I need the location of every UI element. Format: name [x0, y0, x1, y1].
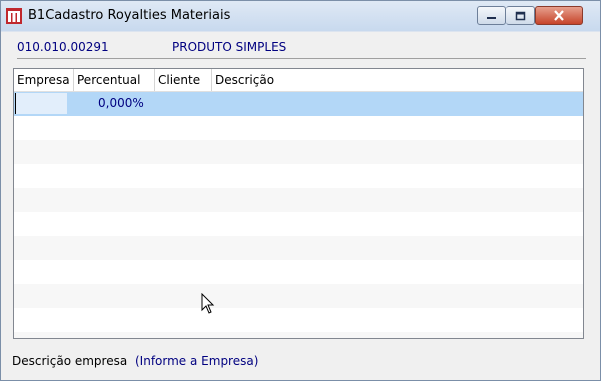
empty-row[interactable] — [14, 188, 583, 212]
column-header-percentual[interactable]: Percentual — [74, 69, 155, 91]
empty-row[interactable] — [14, 212, 583, 236]
product-code: 010.010.00291 — [17, 40, 109, 54]
footer-label: Descrição empresa — [12, 354, 128, 368]
grid-header: Empresa Percentual Cliente Descrição — [14, 69, 583, 92]
close-icon — [536, 7, 582, 24]
column-header-empresa[interactable]: Empresa — [14, 69, 74, 91]
empty-row[interactable] — [14, 284, 583, 308]
empty-row[interactable] — [14, 332, 583, 338]
close-button[interactable] — [535, 6, 583, 25]
window: B1Cadastro Royalties Materiais 010.010.0… — [0, 0, 601, 381]
mouse-pointer-icon — [201, 293, 215, 314]
minimize-button[interactable] — [477, 6, 506, 25]
maximize-button[interactable] — [506, 6, 535, 25]
window-title: B1Cadastro Royalties Materiais — [28, 8, 231, 23]
column-header-cliente[interactable]: Cliente — [155, 69, 212, 91]
empty-row[interactable] — [14, 236, 583, 260]
empresa-cell-editor[interactable] — [15, 93, 67, 114]
empty-row[interactable] — [14, 116, 583, 140]
title-bar[interactable]: B1Cadastro Royalties Materiais — [1, 1, 600, 32]
empty-row[interactable] — [14, 308, 583, 332]
column-header-descricao[interactable]: Descrição — [212, 69, 362, 91]
empresa-description-value: (Informe a Empresa) — [135, 354, 259, 368]
percentual-cell[interactable]: 0,000% — [98, 96, 144, 110]
empty-row[interactable] — [14, 140, 583, 164]
maximize-icon — [506, 7, 534, 24]
table-row[interactable]: 0,000% — [14, 92, 583, 116]
empty-row[interactable] — [14, 260, 583, 284]
empty-row[interactable] — [14, 164, 583, 188]
client-area: 010.010.00291 PRODUTO SIMPLES Empresa Pe… — [9, 32, 594, 374]
product-name: PRODUTO SIMPLES — [172, 40, 287, 54]
royalties-grid[interactable]: Empresa Percentual Cliente Descrição 0,0… — [13, 68, 584, 339]
app-logo-icon — [6, 8, 22, 24]
product-header: 010.010.00291 PRODUTO SIMPLES — [17, 38, 586, 59]
minimize-icon — [478, 7, 505, 24]
